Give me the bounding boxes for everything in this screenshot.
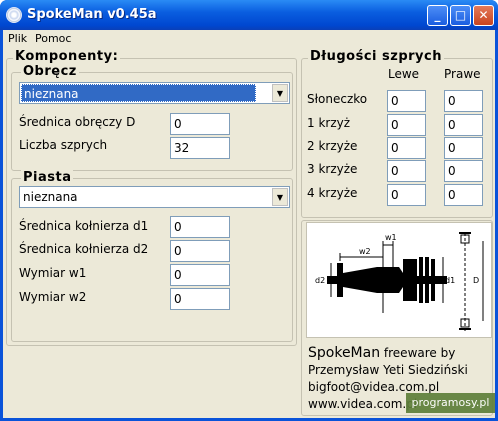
krzyz2-prawe-field[interactable]: 0 <box>444 137 483 159</box>
dlugosci-title: Długości szprych <box>308 49 444 64</box>
d1-field[interactable]: 0 <box>170 216 230 238</box>
application-window: SpokeMan v0.45a _ □ ✕ Plik Pomoc Kompone… <box>0 0 498 421</box>
krzyz4-prawe-field[interactable]: 0 <box>444 184 483 206</box>
freeware-by: freeware by <box>380 346 456 360</box>
window-title: SpokeMan v0.45a <box>27 7 157 22</box>
w2-mark: w2 <box>359 247 371 256</box>
krzyz4-lewe-field[interactable]: 0 <box>387 184 426 206</box>
menu-plik[interactable]: Plik <box>8 32 27 45</box>
slonko-lewe-field[interactable]: 0 <box>387 90 426 112</box>
hub-diagram: w2 w1 d2 d1 D <box>306 222 492 338</box>
krzyz2-label: 2 krzyże <box>307 139 358 153</box>
client-area: Plik Pomoc Komponenty: Obręcz nieznana ▼… <box>3 30 495 418</box>
liczba-szprych-label: Liczba szprych <box>19 138 108 152</box>
col-prawe-header: Prawe <box>444 67 481 81</box>
credit-line-1: SpokeMan freeware by <box>308 345 455 361</box>
piasta-select[interactable]: nieznana ▼ <box>19 186 290 208</box>
w2-field[interactable]: 0 <box>170 288 230 310</box>
maximize-button[interactable]: □ <box>450 5 471 26</box>
obrecz-selected-value: nieznana <box>21 84 256 102</box>
chevron-down-icon[interactable]: ▼ <box>272 84 288 102</box>
menu-bar: Plik Pomoc <box>3 30 495 48</box>
obrecz-title: Obręcz <box>21 64 79 79</box>
liczba-szprych-field[interactable]: 32 <box>170 137 230 159</box>
d1-mark: d1 <box>445 276 455 285</box>
d2-label: Średnica kołnierza d2 <box>19 242 149 256</box>
d2-field[interactable]: 0 <box>170 240 230 262</box>
hub-diagram-drawing: w2 w1 d2 d1 D <box>315 232 484 331</box>
chevron-down-icon[interactable]: ▼ <box>272 188 288 206</box>
slonko-label: Słoneczko <box>307 92 368 106</box>
krzyz3-prawe-field[interactable]: 0 <box>444 160 483 182</box>
piasta-selected-value: nieznana <box>23 190 78 204</box>
d2-mark: d2 <box>315 276 325 285</box>
krzyz1-label: 1 krzyż <box>307 116 351 130</box>
email[interactable]: bigfoot@videa.com.pl <box>308 380 439 394</box>
krzyz1-lewe-field[interactable]: 0 <box>387 114 426 136</box>
krzyz1-prawe-field[interactable]: 0 <box>444 114 483 136</box>
w1-field[interactable]: 0 <box>170 264 230 286</box>
piasta-title: Piasta <box>21 170 74 185</box>
komponenty-title: Komponenty: <box>13 49 121 64</box>
author: Przemysław Yeti Siedziński <box>308 363 468 377</box>
srednica-obreczy-field[interactable]: 0 <box>170 113 230 135</box>
slonko-prawe-field[interactable]: 0 <box>444 90 483 112</box>
app-name: SpokeMan <box>308 345 381 361</box>
d1-label: Średnica kołnierza d1 <box>19 219 149 233</box>
menu-pomoc[interactable]: Pomoc <box>35 32 71 45</box>
D-mark: D <box>473 276 479 285</box>
krzyz4-label: 4 krzyże <box>307 186 358 200</box>
obrecz-select[interactable]: nieznana ▼ <box>19 82 290 104</box>
w2-label: Wymiar w2 <box>19 290 87 304</box>
krzyz3-lewe-field[interactable]: 0 <box>387 160 426 182</box>
w1-label: Wymiar w1 <box>19 266 87 280</box>
website[interactable]: www.videa.com.pl <box>308 397 417 411</box>
watermark: programosy.pl <box>406 393 495 413</box>
krzyz3-label: 3 krzyże <box>307 162 358 176</box>
w1-mark: w1 <box>385 233 397 242</box>
srednica-obreczy-label: Średnica obręczy D <box>19 115 136 129</box>
wheel-icon <box>6 7 22 23</box>
close-button[interactable]: ✕ <box>473 5 494 26</box>
krzyz2-lewe-field[interactable]: 0 <box>387 137 426 159</box>
col-lewe-header: Lewe <box>388 67 420 81</box>
title-bar[interactable]: SpokeMan v0.45a _ □ ✕ <box>0 0 498 30</box>
minimize-button[interactable]: _ <box>427 5 448 26</box>
